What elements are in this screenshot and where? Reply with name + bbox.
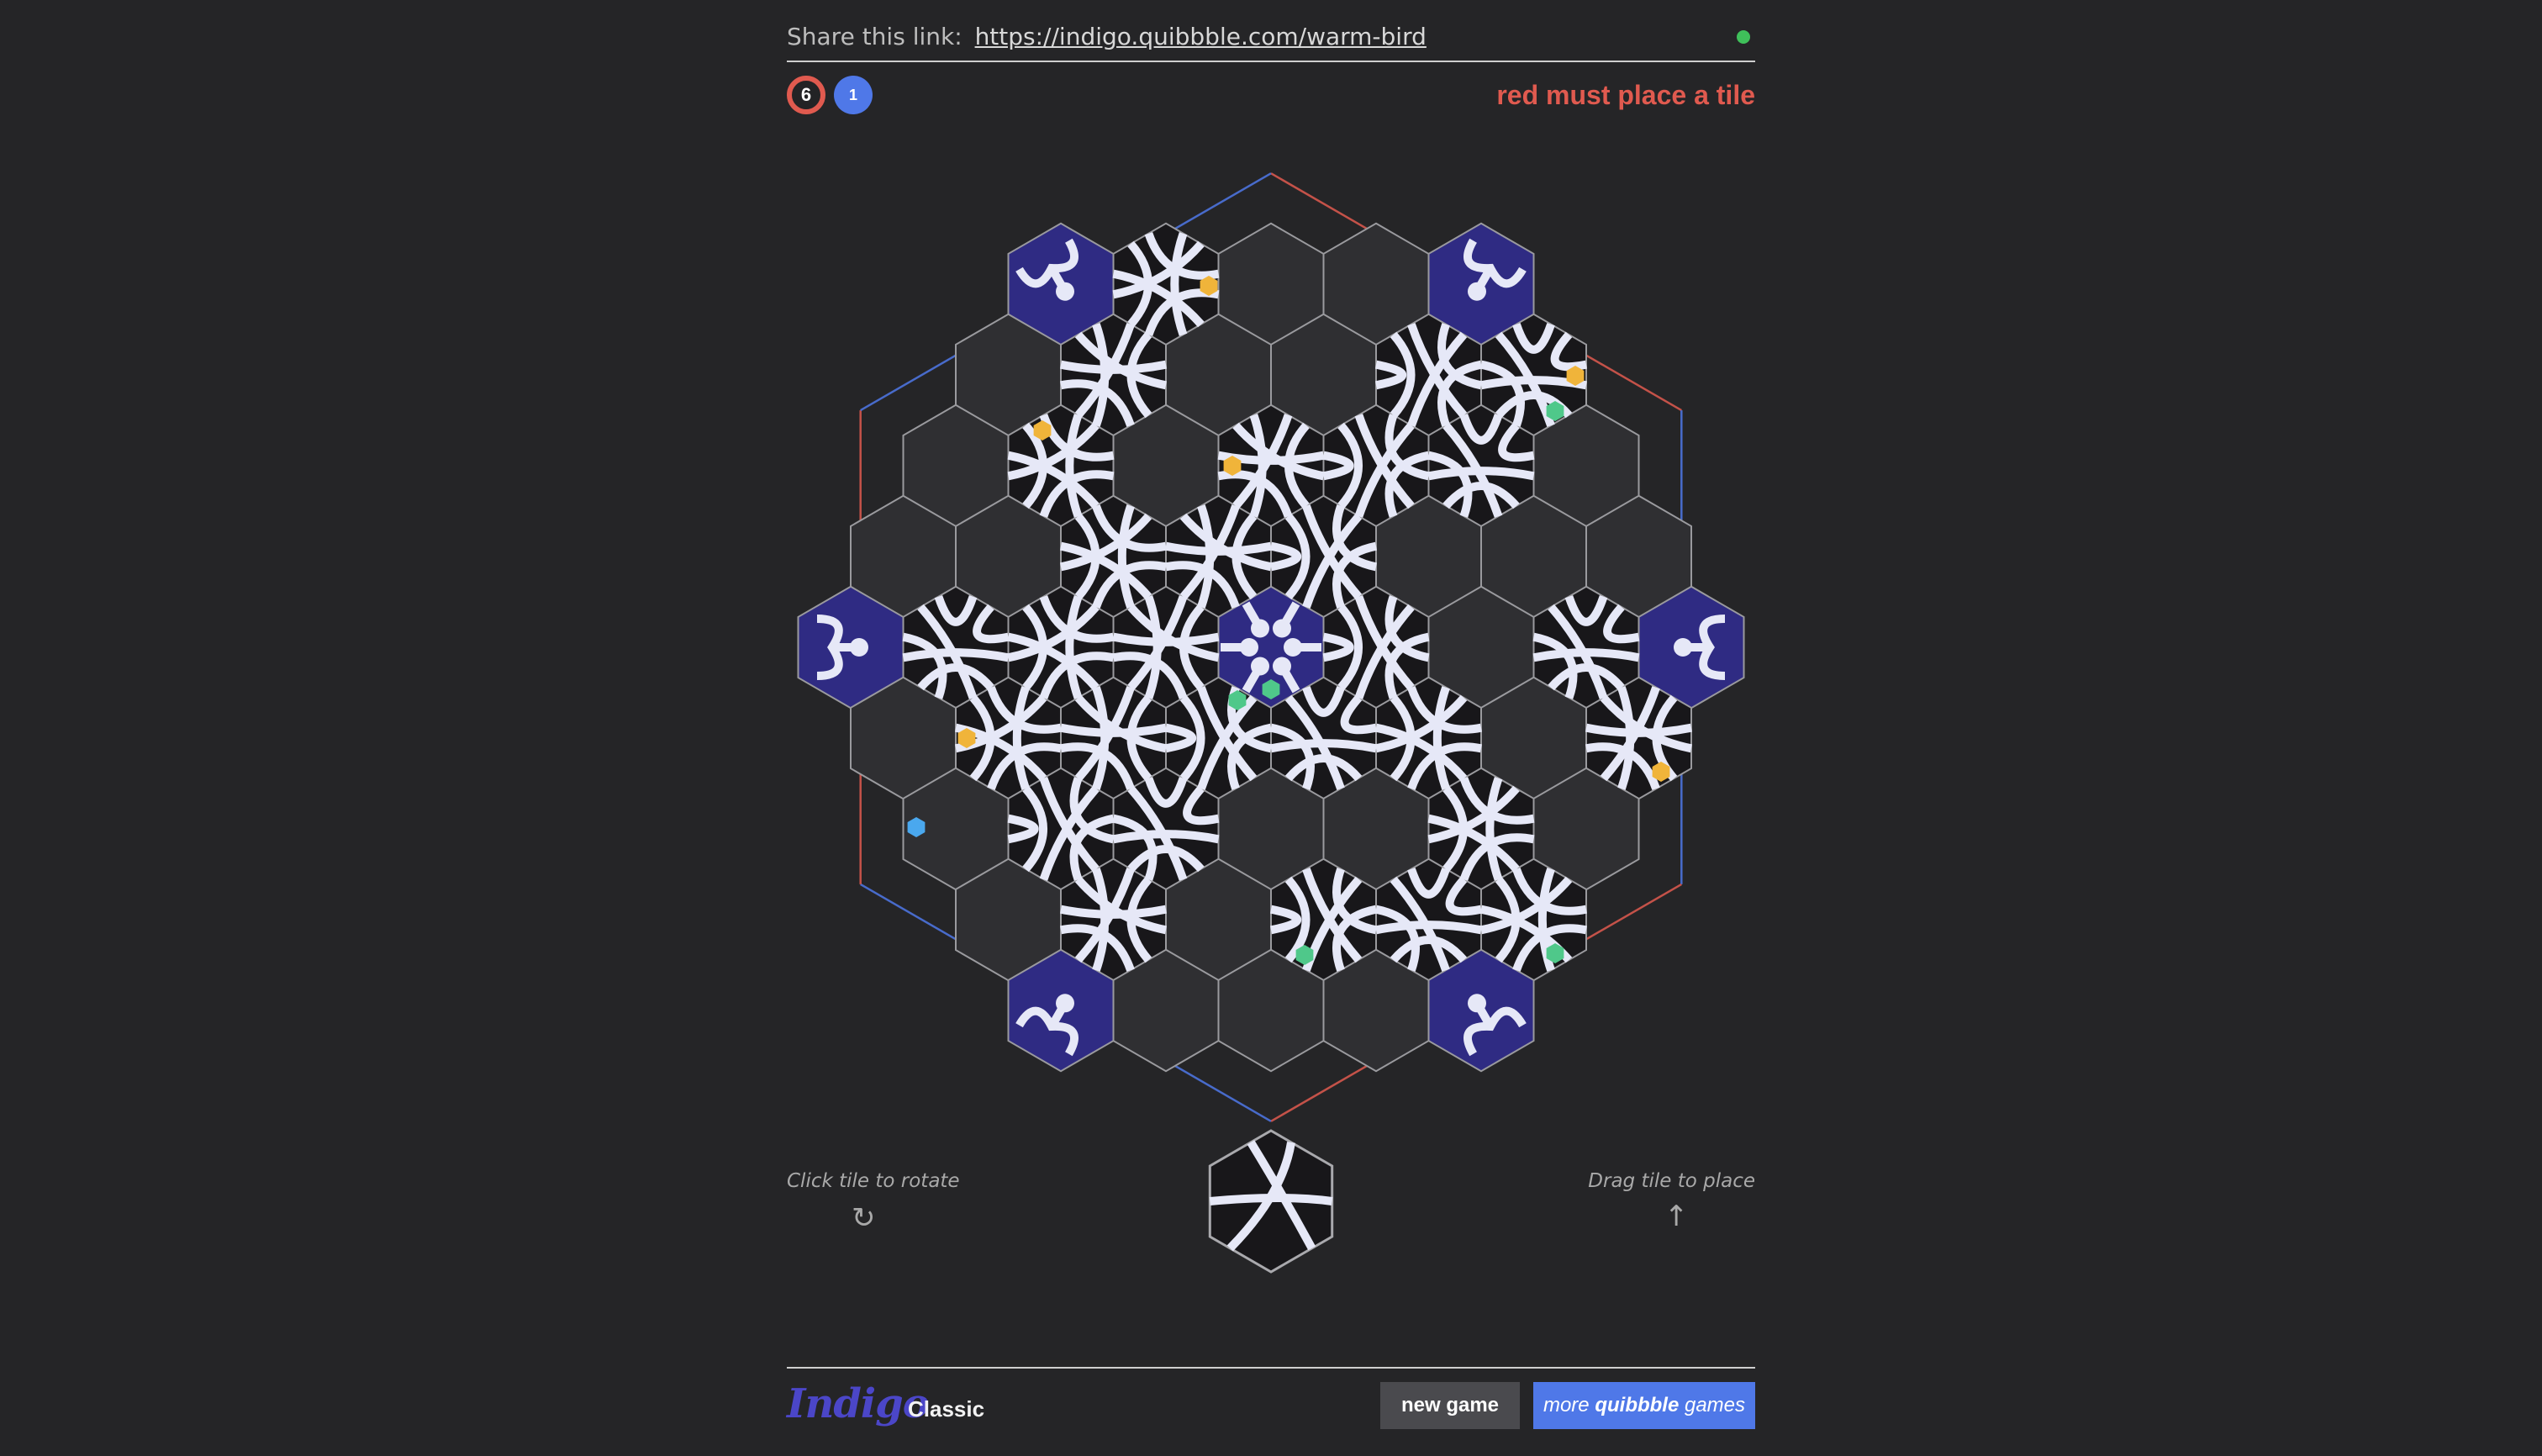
game-page: Share this link: https://indigo.quibbble… xyxy=(0,0,2542,1456)
more-games-button[interactable]: more quibbble games xyxy=(1533,1382,1755,1429)
center-dot xyxy=(1284,638,1302,657)
center-dot xyxy=(1251,619,1269,638)
center-dot xyxy=(1273,619,1291,638)
more-brand: quibbble xyxy=(1595,1394,1680,1416)
footer-divider xyxy=(787,1367,1755,1369)
rotate-icon[interactable]: ↻ xyxy=(852,1204,876,1232)
next-tile-path xyxy=(1209,1194,1333,1205)
board-tiles xyxy=(797,222,1745,1073)
arrow-up-icon: ↑ xyxy=(1664,1200,1689,1233)
game-board xyxy=(797,172,1745,1274)
place-hint: Drag tile to place xyxy=(1588,1170,1755,1192)
center-dot xyxy=(1273,657,1291,676)
more-prefix: more xyxy=(1543,1394,1590,1416)
new-game-button[interactable]: new game xyxy=(1380,1382,1520,1429)
center-dot xyxy=(1240,638,1258,657)
rotate-hint: Click tile to rotate xyxy=(787,1170,960,1192)
center-dot xyxy=(1251,657,1269,676)
next-tile-preview[interactable] xyxy=(1208,1129,1334,1274)
variant-label: Classic xyxy=(908,1396,985,1422)
more-suffix: games xyxy=(1684,1394,1746,1416)
